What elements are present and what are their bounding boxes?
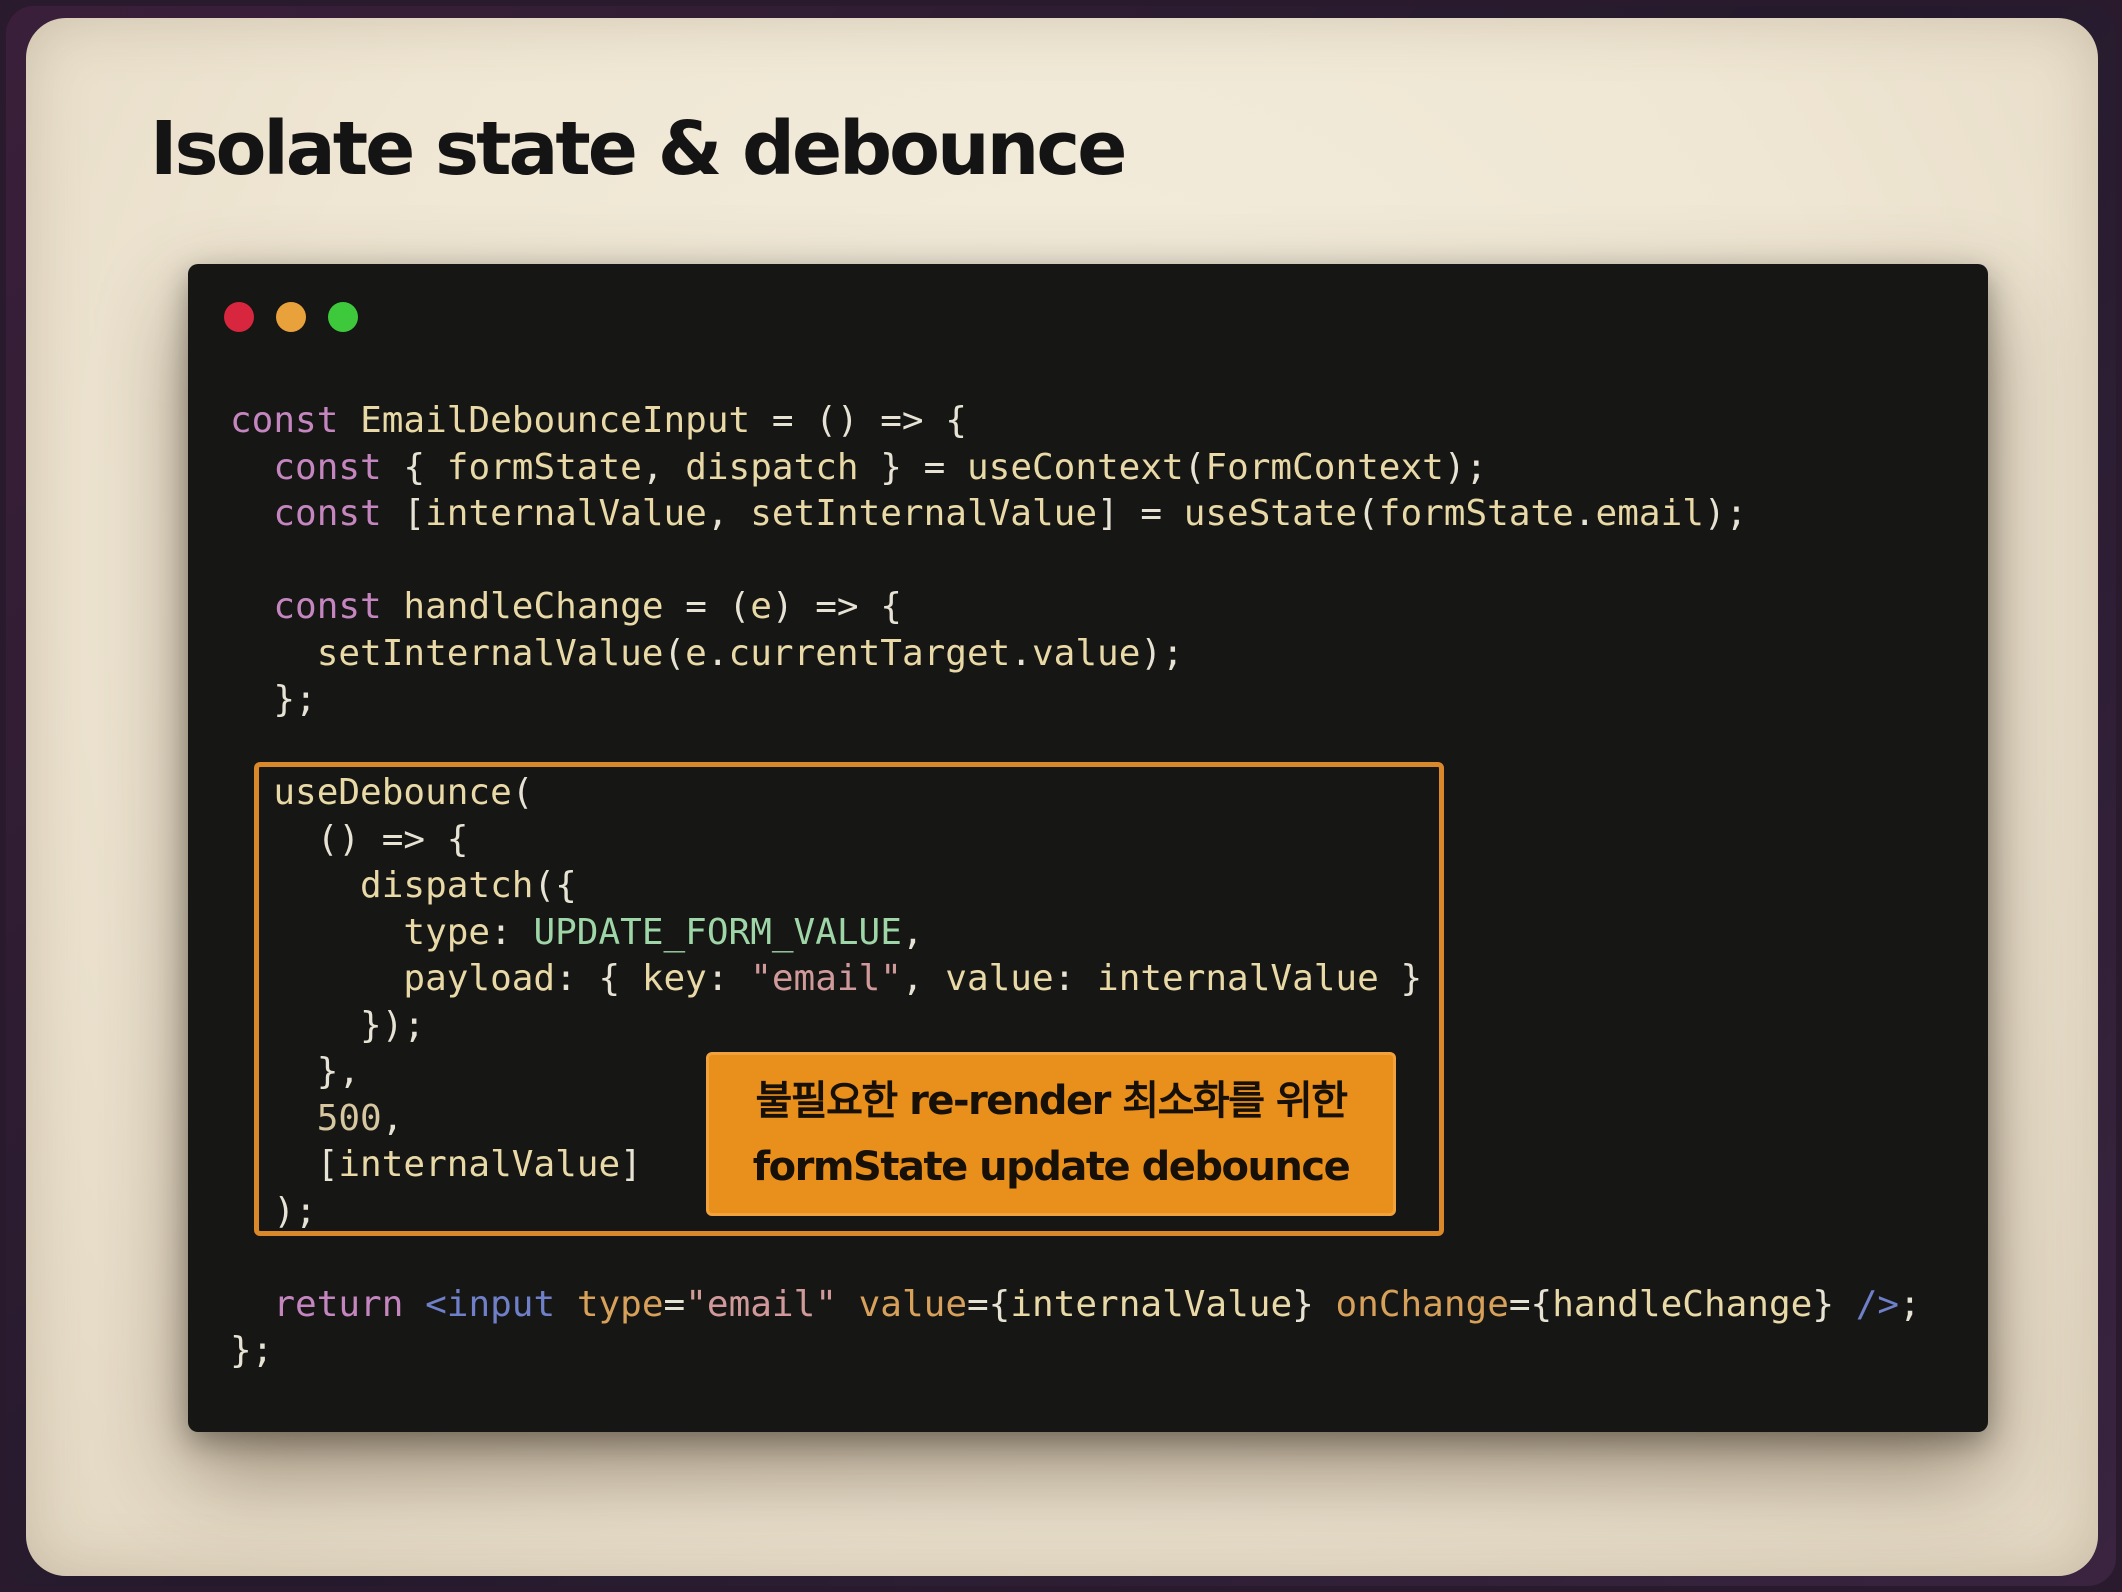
- code-line: const handleChange = (e) => {: [273, 586, 902, 627]
- code-line: };: [230, 679, 317, 720]
- code-line: return <input type="email" value={intern…: [273, 1283, 1921, 1325]
- callout-line-1: 불필요한 re-render 최소화를 위한: [755, 1078, 1348, 1124]
- code-line: };: [230, 1330, 274, 1371]
- callout-annotation: 불필요한 re-render 최소화를 위한 formState update …: [706, 1052, 1396, 1216]
- code-window: const EmailDebounceInput = () => { const…: [188, 264, 1988, 1432]
- callout-line-2: formState update debounce: [752, 1144, 1351, 1190]
- code-line: setInternalValue(e.currentTarget.value);: [316, 632, 1184, 674]
- window-maximize-dot: [328, 302, 358, 332]
- code-line: const EmailDebounceInput = () => {: [230, 400, 967, 441]
- slide: Isolate state & debounce const EmailDebo…: [26, 18, 2098, 1576]
- slide-title: Isolate state & debounce: [150, 106, 1127, 192]
- code-line: const { formState, dispatch } = useConte…: [273, 446, 1488, 488]
- window-close-dot: [224, 302, 254, 332]
- code-line: const [internalValue, setInternalValue] …: [273, 493, 1748, 534]
- window-minimize-dot: [276, 302, 306, 332]
